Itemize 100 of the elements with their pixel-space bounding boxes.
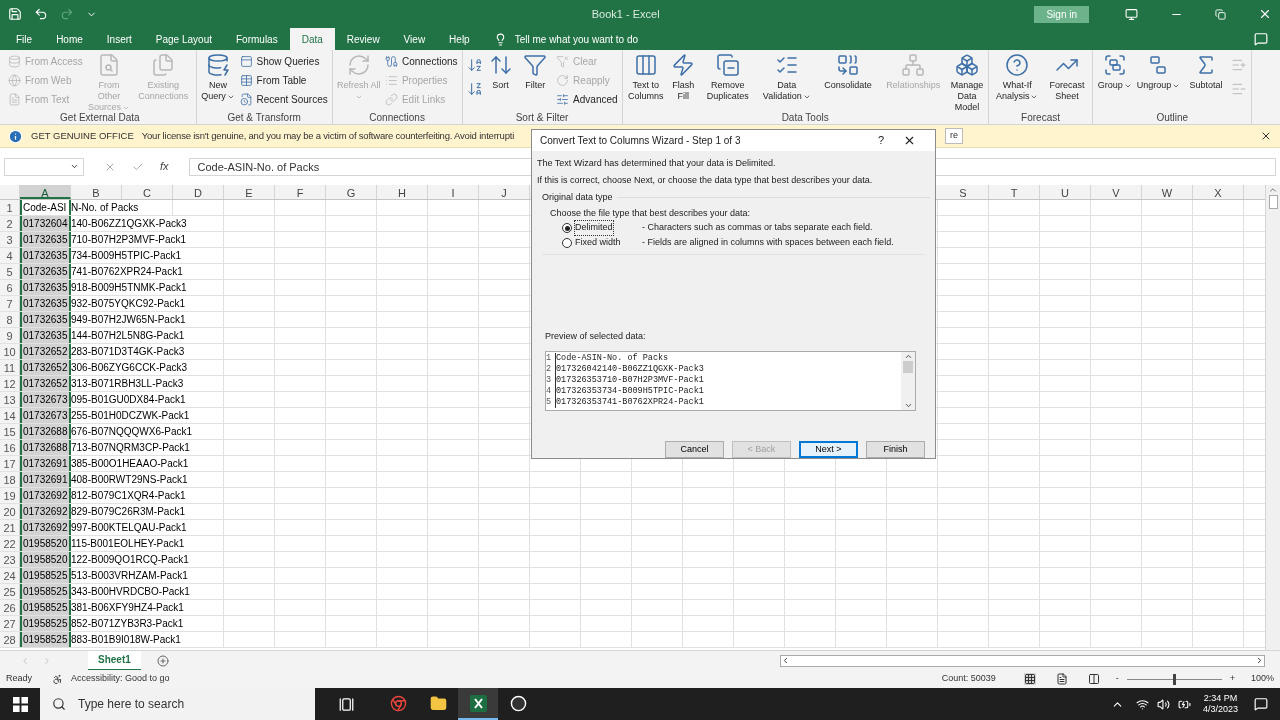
taskbar-app[interactable] — [458, 688, 498, 720]
row-number[interactable]: 10 — [0, 344, 20, 359]
ribbon-large-button[interactable]: Filter — [518, 53, 553, 91]
column-header[interactable]: W — [1142, 185, 1193, 199]
ribbon-tab[interactable]: Formulas — [224, 28, 290, 50]
row-number[interactable]: 16 — [0, 440, 20, 455]
row-number[interactable]: 12 — [0, 376, 20, 391]
ribbon-large-button[interactable]: New Query — [200, 53, 236, 102]
ribbon-large-button[interactable]: Sort — [486, 53, 515, 91]
ribbon-large-button[interactable]: Text to Columns — [626, 53, 665, 102]
column-header[interactable]: U — [1040, 185, 1091, 199]
row-number[interactable]: 13 — [0, 392, 20, 407]
column-header[interactable]: F — [275, 185, 326, 199]
ribbon-tab[interactable]: File — [4, 28, 45, 50]
column-header[interactable]: H — [377, 185, 428, 199]
page-break-icon[interactable] — [1087, 673, 1100, 685]
ribbon-icon-button[interactable] — [466, 81, 483, 97]
row-number[interactable]: 6 — [0, 280, 20, 295]
page-layout-icon[interactable] — [1055, 673, 1068, 685]
column-header[interactable]: T — [989, 185, 1040, 199]
close-icon[interactable] — [1260, 130, 1272, 142]
row-number[interactable]: 2 — [0, 216, 20, 231]
row-number[interactable]: 3 — [0, 232, 20, 247]
row-number[interactable]: 8 — [0, 312, 20, 327]
ribbon-large-button[interactable]: Consolidate — [819, 53, 877, 91]
ribbon-large-button[interactable]: Group — [1097, 53, 1133, 91]
accessibility-status[interactable]: Accessibility: Good to go — [71, 672, 170, 686]
ribbon-tab[interactable]: View — [391, 28, 438, 50]
add-sheet-icon[interactable] — [156, 654, 169, 667]
notifications-icon[interactable] — [1254, 697, 1268, 711]
undo-icon[interactable] — [34, 7, 48, 21]
clock-date[interactable]: 4/3/2023 — [1202, 704, 1238, 715]
dialog-button[interactable]: Finish — [866, 441, 925, 458]
dialog-button[interactable]: Cancel — [665, 441, 724, 458]
windows-logo-icon[interactable] — [12, 696, 28, 712]
row-number[interactable]: 20 — [0, 504, 20, 519]
column-header[interactable]: C — [122, 185, 173, 199]
normal-view-icon[interactable] — [1023, 673, 1036, 685]
ribbon-small-button[interactable]: From Table — [239, 72, 328, 89]
column-header[interactable]: D — [173, 185, 224, 199]
zoom-out-button[interactable]: - — [1115, 672, 1119, 686]
save-icon[interactable] — [8, 7, 22, 21]
horizontal-scrollbar[interactable] — [780, 654, 1265, 667]
vertical-scrollbar[interactable] — [1265, 185, 1280, 650]
column-header[interactable]: V — [1091, 185, 1142, 199]
preview-scrollbar[interactable] — [901, 352, 915, 410]
ribbon-tab[interactable]: Home — [44, 28, 95, 50]
ribbon-tab[interactable]: Insert — [94, 28, 144, 50]
row-number[interactable]: 9 — [0, 328, 20, 343]
radio-option[interactable]: Delimited — [562, 221, 642, 235]
zoom-level[interactable]: 100% — [1250, 672, 1274, 686]
wifi-icon[interactable] — [1135, 697, 1149, 711]
ribbon-icon-button[interactable] — [466, 57, 483, 73]
ribbon-large-button[interactable]: Manage Data Model — [950, 53, 984, 113]
row-number[interactable]: 11 — [0, 360, 20, 375]
ribbon-tab[interactable]: Review — [334, 28, 392, 50]
row-number[interactable]: 7 — [0, 296, 20, 311]
ribbon-large-button[interactable]: Remove Duplicates — [701, 53, 754, 102]
zoom-in-button[interactable]: + — [1229, 672, 1235, 686]
ribbon-small-button[interactable]: Recent Sources — [239, 91, 328, 108]
ribbon-large-button[interactable]: What-If Analysis — [992, 53, 1042, 102]
column-header[interactable]: X — [1193, 185, 1244, 199]
row-number[interactable]: 27 — [0, 616, 20, 631]
row-number[interactable]: 17 — [0, 456, 20, 471]
row-number[interactable]: 1 — [0, 200, 20, 215]
ribbon-small-button[interactable]: Connections — [384, 53, 458, 70]
scrollbar-thumb[interactable] — [903, 361, 913, 373]
accessibility-icon[interactable] — [52, 673, 63, 685]
insert-function-button[interactable]: fx — [160, 158, 169, 175]
column-header[interactable]: E — [224, 185, 275, 199]
task-view-icon[interactable] — [339, 696, 354, 712]
zoom-slider-thumb[interactable] — [1173, 673, 1177, 685]
ribbon-large-button[interactable]: Flash Fill — [668, 53, 698, 102]
ribbon-tab[interactable]: Page Layout — [143, 28, 224, 50]
ribbon-large-button[interactable]: Subtotal — [1184, 53, 1228, 91]
ribbon-large-button[interactable]: Data Validation — [757, 53, 816, 102]
close-icon[interactable] — [1258, 7, 1272, 21]
row-number[interactable]: 26 — [0, 600, 20, 615]
row-number[interactable]: 19 — [0, 488, 20, 503]
sheet-tab[interactable]: Sheet1 — [88, 650, 141, 671]
column-header[interactable]: I — [428, 185, 479, 199]
row-number[interactable]: 23 — [0, 552, 20, 567]
row-number[interactable]: 14 — [0, 408, 20, 423]
help-button[interactable]: ? — [871, 132, 891, 149]
scrollbar-thumb[interactable] — [1268, 195, 1278, 209]
volume-icon[interactable] — [1156, 697, 1170, 711]
ribbon-small-button[interactable]: Show Queries — [239, 53, 328, 70]
column-header[interactable]: B — [71, 185, 122, 199]
column-header[interactable]: A — [20, 185, 71, 199]
row-number[interactable]: 22 — [0, 536, 20, 551]
restore-icon[interactable] — [1215, 8, 1226, 20]
column-header[interactable]: S — [938, 185, 989, 199]
row-number[interactable]: 21 — [0, 520, 20, 535]
dialog-button[interactable]: Next > — [799, 441, 858, 458]
tell-me-search[interactable]: Tell me what you want to do — [514, 31, 639, 47]
ribbon-large-button[interactable]: Forecast Sheet — [1045, 53, 1089, 102]
row-number[interactable]: 4 — [0, 248, 20, 263]
radio-option[interactable]: Fixed width — [562, 236, 642, 250]
column-header[interactable]: G — [326, 185, 377, 199]
comments-icon[interactable] — [1254, 32, 1268, 46]
